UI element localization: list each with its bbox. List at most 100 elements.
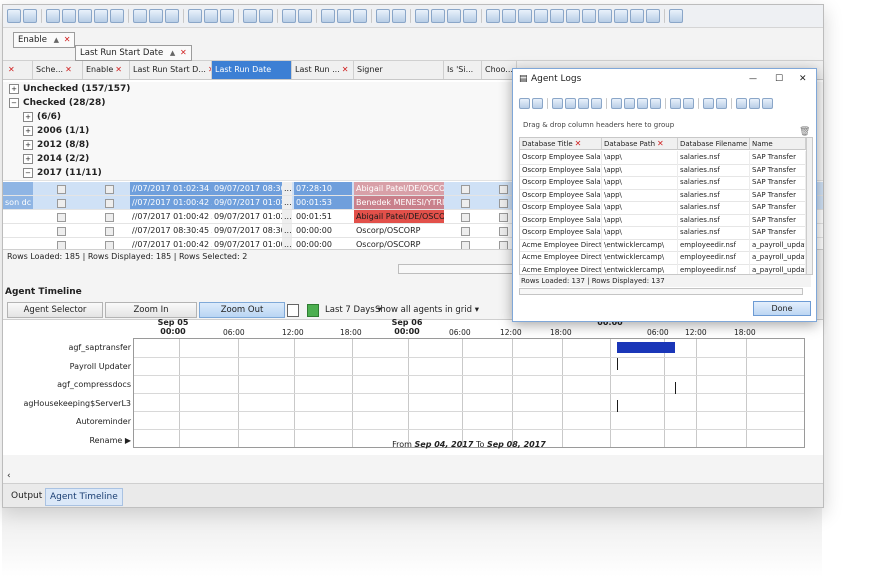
timeline-agent-label[interactable]: Autoreminder [3, 416, 131, 428]
group-drop-zone[interactable]: Drag & drop column headers here to group [519, 115, 811, 135]
tool-icon[interactable] [392, 9, 406, 23]
settings-icon[interactable] [518, 9, 532, 23]
show-agents-dropdown[interactable]: Show all agents in grid ▾ [375, 303, 479, 317]
tab-agent-timeline[interactable]: Agent Timeline [45, 488, 123, 506]
done-button[interactable]: Done [753, 301, 811, 316]
settings-icon[interactable] [486, 9, 500, 23]
filter-icon[interactable]: ✕ [180, 48, 187, 57]
table-row[interactable]: Acme Employee Directory\entwicklercamp\e… [520, 238, 812, 252]
settings-icon[interactable] [598, 9, 612, 23]
settings-icon[interactable] [630, 9, 644, 23]
table-row[interactable]: Acme Employee Directory\entwicklercamp\e… [520, 263, 812, 274]
dialog-vertical-scrollbar[interactable] [806, 138, 812, 274]
timeline-agent-label[interactable]: agf_compressdocs [3, 379, 131, 391]
columns-icon[interactable] [611, 97, 622, 109]
horizontal-scrollbar[interactable] [398, 264, 520, 274]
move-icon[interactable] [78, 9, 92, 23]
refresh-icon[interactable] [519, 97, 530, 109]
close-button[interactable]: ✕ [799, 69, 807, 89]
ellipsis-button[interactable]: ... [282, 224, 292, 237]
row-checkbox[interactable] [105, 227, 114, 236]
filter-icon[interactable]: ✕ [575, 139, 582, 148]
row-checkbox[interactable] [499, 227, 508, 236]
row-checkbox[interactable] [461, 213, 470, 222]
scroll-left-icon[interactable]: ‹ [7, 471, 11, 481]
collapse-icon[interactable]: − [9, 98, 19, 108]
layout-icon[interactable] [431, 9, 445, 23]
table-row[interactable]: Oscorp Employee Salaries\app\salaries.ns… [520, 163, 812, 177]
layout-icon[interactable] [415, 9, 429, 23]
settings-icon[interactable] [550, 9, 564, 23]
settings-icon[interactable] [566, 9, 580, 23]
timeline-agent-label[interactable]: agHousekeeping$ServerL3 [3, 398, 131, 410]
table-row[interactable]: Oscorp Employee Salaries\app\salaries.ns… [520, 176, 812, 190]
ellipsis-button[interactable]: ... [282, 210, 292, 223]
range-dropdown[interactable]: Last 7 Days ▾ [325, 303, 382, 317]
expand-icon[interactable]: + [23, 112, 33, 122]
row-checkbox[interactable] [57, 199, 66, 208]
refresh-icon[interactable] [7, 9, 21, 23]
zoom-in-button[interactable]: Zoom In [105, 302, 197, 318]
settings-icon[interactable] [614, 9, 628, 23]
row-checkbox[interactable] [105, 213, 114, 222]
copy-icon[interactable] [287, 304, 299, 317]
minimize-button[interactable]: — [749, 69, 757, 89]
dialog-column-header[interactable]: Database Path ✕ [602, 138, 678, 150]
zoom-in-icon[interactable] [321, 9, 335, 23]
trash-icon[interactable]: 🗑 [799, 127, 810, 137]
move-icon[interactable] [578, 97, 589, 109]
remove-icon[interactable] [565, 97, 576, 109]
layout-icon[interactable] [447, 9, 461, 23]
copy-icon[interactable] [591, 97, 602, 109]
columns-icon[interactable] [624, 97, 635, 109]
tool-icon[interactable] [376, 9, 390, 23]
table-row[interactable]: Oscorp Employee Salaries\app\salaries.ns… [520, 188, 812, 202]
table-row[interactable]: Acme Employee Directory\entwicklercamp\e… [520, 251, 812, 265]
row-checkbox[interactable] [105, 199, 114, 208]
table-row[interactable]: Oscorp Employee Salaries\app\salaries.ns… [520, 151, 812, 165]
group-chip-last-run-start-date[interactable]: Last Run Start Date ▲ ✕ [75, 45, 192, 61]
zoom-out-icon[interactable] [337, 9, 351, 23]
grid-icon[interactable] [532, 97, 543, 109]
column-header-schedule[interactable]: Sche... ✕ [33, 61, 83, 79]
ellipsis-button[interactable]: ... [282, 196, 292, 209]
row-checkbox[interactable] [499, 213, 508, 222]
collapse-icon[interactable]: − [23, 168, 33, 178]
row-checkbox[interactable] [499, 199, 508, 208]
filter-icon[interactable] [282, 9, 296, 23]
paste-icon[interactable] [110, 9, 124, 23]
maximize-button[interactable]: ☐ [775, 69, 783, 89]
columns-icon[interactable] [165, 9, 179, 23]
timeline-agent-label[interactable]: agf_saptransfer [3, 342, 131, 354]
view-icon[interactable] [204, 9, 218, 23]
excel-export-icon[interactable] [307, 304, 319, 317]
export-icon[interactable] [259, 9, 273, 23]
filter-icon[interactable] [703, 97, 714, 109]
row-checkbox[interactable] [499, 185, 508, 194]
remove-icon[interactable] [62, 9, 76, 23]
row-checkbox[interactable] [461, 185, 470, 194]
filter-icon[interactable] [298, 9, 312, 23]
settings-icon[interactable] [502, 9, 516, 23]
group-chip-enable[interactable]: Enable ▲ ✕ [13, 32, 76, 48]
row-checkbox[interactable] [461, 227, 470, 236]
view-icon[interactable] [220, 9, 234, 23]
column-header-filter[interactable]: ✕ [3, 61, 33, 79]
column-header-last-run-start-date[interactable]: Last Run Start D...✕ [130, 61, 212, 79]
zoom-in-icon[interactable] [736, 97, 747, 109]
add-icon[interactable] [552, 97, 563, 109]
search-icon[interactable] [762, 97, 773, 109]
row-checkbox[interactable] [57, 227, 66, 236]
table-row[interactable]: Oscorp Employee Salaries\app\salaries.ns… [520, 226, 812, 240]
search-icon[interactable] [353, 9, 367, 23]
dialog-column-header[interactable]: Name [750, 138, 806, 150]
row-checkbox[interactable] [105, 185, 114, 194]
dialog-column-header[interactable]: Database Title ✕ [520, 138, 602, 150]
filter-icon[interactable]: ✕ [64, 35, 71, 44]
zoom-out-icon[interactable] [749, 97, 760, 109]
row-checkbox[interactable] [57, 213, 66, 222]
settings-icon[interactable] [582, 9, 596, 23]
add-icon[interactable] [46, 9, 60, 23]
timeline-agent-label[interactable]: Payroll Updater [3, 361, 131, 373]
note-icon[interactable] [669, 9, 683, 23]
